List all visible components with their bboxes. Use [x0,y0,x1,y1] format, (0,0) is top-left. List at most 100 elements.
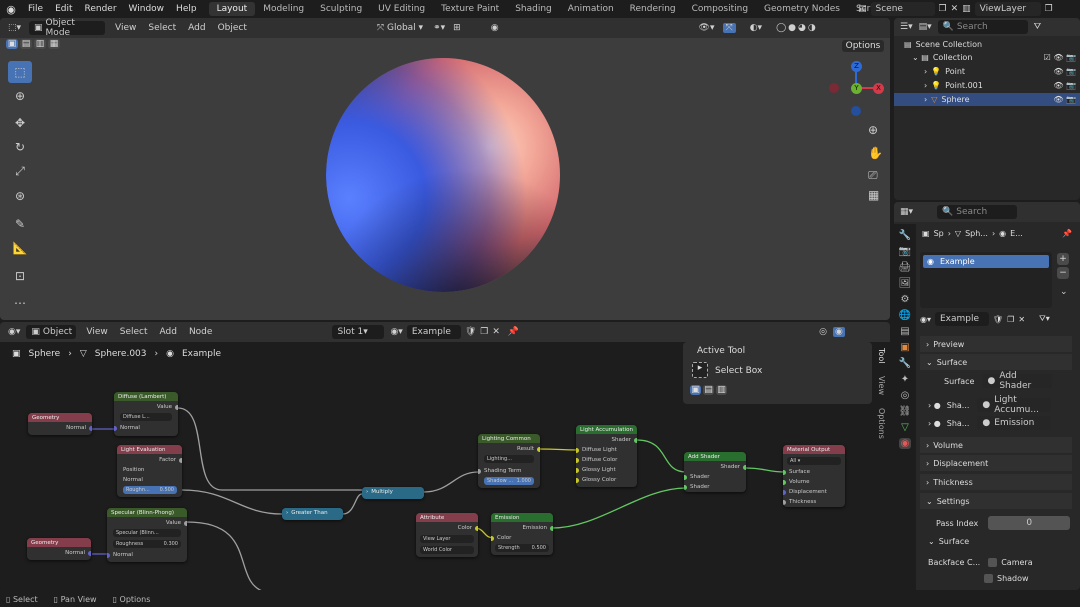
view-layer-selector[interactable]: ViewLayer [974,2,1041,16]
emission-strength-field[interactable]: Strength 0.500 [495,544,549,552]
gizmo-z[interactable]: Z [851,61,862,72]
shading-wireframe-icon[interactable]: ◯ [776,23,786,33]
node-geometry-1-header[interactable]: Geometry [28,413,92,422]
tool-props-icon[interactable]: 🔧 [899,230,911,241]
material-slot-item[interactable]: ◉ Example [923,255,1049,268]
display-mode-icon[interactable]: ▤▾ [919,22,932,32]
menu-object[interactable]: Object [218,23,247,33]
tool-transform[interactable]: ⊛ [8,185,32,207]
subsection-surface[interactable]: ⌄ Surface [928,537,969,546]
node-editor[interactable]: ◉▾ ▣ Object View Select Add Node Slot 1 … [0,322,890,590]
remove-slot-button[interactable]: − [1057,267,1069,279]
node-emission-header[interactable]: Emission [491,513,553,522]
props-unlink-icon[interactable]: ✕ [1018,315,1025,324]
attribute-type-field[interactable]: View Layer [420,535,474,543]
mode-new-icon[interactable]: ▣ [690,385,701,395]
tab-animation[interactable]: Animation [560,2,622,16]
diffuse-value-socket[interactable] [175,405,178,410]
material-slot-list[interactable]: ◉ Example [920,252,1052,308]
mode-selector[interactable]: ▣ Object Mode [29,18,106,38]
zoom-icon[interactable]: ⊕ [868,123,878,137]
viewport-options-button[interactable]: Options [842,40,884,52]
point-001-visibility-icon[interactable]: 👁 📷 [1053,81,1076,90]
specular-normal-socket[interactable] [107,553,110,558]
node-attribute[interactable]: Attribute Color View Layer World Color [416,513,478,557]
node-specular-blinn[interactable]: Specular (Blinn-Phong) Value Specular (B… [107,508,187,562]
lighting-shading-socket[interactable] [478,469,481,474]
node-add-shader[interactable]: Add Shader Shader Shader Shader [684,452,746,492]
shader-input-1-field[interactable]: ● Light Accumu... [977,395,1052,415]
mode-subtract-icon[interactable]: ▥ [716,385,727,395]
sidebar-tab-options[interactable]: Options [877,408,886,439]
node-light-evaluation[interactable]: Light Evaluation Factor Position Normal … [117,445,182,497]
outliner-point-001[interactable]: › 💡 Point.001 👁 📷 [924,81,1076,90]
material-props-icon[interactable]: ◉ [898,438,912,449]
outliner-collection[interactable]: ⌄ ▤ Collection ☑ 👁 📷 [912,53,1076,62]
pivot-icon[interactable]: ⚭▾ [433,23,445,33]
material-datablock-field[interactable]: Example [935,312,989,326]
constraint-props-icon[interactable]: ⛓ [899,406,912,417]
emission-out-socket[interactable] [550,526,553,531]
add-slot-button[interactable]: + [1057,253,1069,265]
tab-layout[interactable]: Layout [208,2,256,16]
diffuse-group-field[interactable]: Diffuse L... [120,413,172,421]
outliner-scene-collection[interactable]: ▤ Scene Collection [904,40,982,49]
tool-cursor[interactable]: ⊕ [8,85,32,107]
section-volume[interactable]: › Volume [920,437,1072,453]
node-specular-header[interactable]: Specular (Blinn-Phong) [107,508,187,517]
geometry-2-normal-socket[interactable] [88,551,91,556]
tool-extra[interactable]: ⋯ [8,292,32,314]
select-subtract-icon[interactable]: ▥ [34,39,46,49]
menu-help[interactable]: Help [170,4,203,14]
sphere-visibility-icon[interactable]: 👁 📷 [1053,95,1076,104]
outliner-sphere[interactable]: › ▽ Sphere 👁 📷 [894,93,1080,106]
object-props-icon[interactable]: ▣ [900,342,909,353]
lighteval-roughness-field[interactable]: Roughn... 0.500 [123,486,177,494]
node-lighting-common[interactable]: Lighting Common Result Lighting... Shadi… [478,434,540,488]
node-light-accumulation[interactable]: Light Accumulation Shader Diffuse Light … [576,425,637,487]
select-extend-icon[interactable]: ▤ [20,39,32,49]
properties-search[interactable]: 🔍 Search [937,205,1018,219]
active-tool-title[interactable]: Active Tool [697,346,745,356]
delete-scene-icon[interactable]: ✕ [951,4,959,14]
select-new-icon[interactable]: ▣ [6,39,18,49]
gizmo-x[interactable]: X [873,83,884,94]
matout-displacement-socket[interactable] [783,490,786,495]
scene-selector[interactable]: Scene [870,2,935,16]
slot-menu-icon[interactable]: ⌄ [1060,287,1068,297]
lightacc-diffuse-color-socket[interactable] [576,458,579,463]
sidebar-tab-tool[interactable]: Tool [877,348,886,364]
shading-material-icon[interactable]: ◕ [798,23,806,33]
node-diffuse-lambert[interactable]: Diffuse (Lambert) Value Diffuse L... Nor… [114,392,178,436]
matout-volume-socket[interactable] [783,480,786,485]
node-multiply[interactable]: › Multiply [362,487,424,499]
viewport-3d[interactable]: ⬚▾ ▣ Object Mode View Select Add Object … [0,18,890,320]
snap-icon[interactable]: ⊞ [453,23,461,33]
expand-2-icon[interactable]: › ● [928,419,941,428]
tool-measure[interactable]: 📐 [8,237,32,259]
props-fake-user-icon[interactable]: 🛡 [993,315,1003,324]
navigation-gizmo[interactable]: Z Y X [826,58,886,118]
matout-thickness-socket[interactable] [783,500,786,505]
render-props-icon[interactable]: 📷 [899,246,911,257]
tool-rotate[interactable]: ↻ [8,136,32,158]
node-geometry-2-header[interactable]: Geometry [27,538,91,547]
node-lightacc-header[interactable]: Light Accumulation [576,425,637,434]
editor-type-icon[interactable]: ⬚▾ [8,23,21,33]
section-displacement[interactable]: › Displacement [920,455,1072,471]
tab-modeling[interactable]: Modeling [255,2,312,16]
expand-1-icon[interactable]: › ● [928,401,941,410]
tool-annotate[interactable]: ✎ [8,213,32,235]
select-invert-icon[interactable]: ▦ [48,39,60,49]
modifier-props-icon[interactable]: 🔧 [899,358,911,369]
section-surface[interactable]: ⌄ Surface [920,354,1072,370]
shadow-checkbox[interactable] [984,574,993,583]
outliner-editor-icon[interactable]: ☰▾ [900,22,913,32]
specular-value-socket[interactable] [184,521,187,526]
camera-checkbox[interactable] [988,558,998,567]
lighteval-factor-socket[interactable] [179,458,182,463]
lightacc-shader-socket[interactable] [634,438,637,443]
node-addshader-header[interactable]: Add Shader [684,452,746,461]
select-box-tool-icon[interactable]: ▸ [692,362,708,378]
menu-add[interactable]: Add [188,23,205,33]
